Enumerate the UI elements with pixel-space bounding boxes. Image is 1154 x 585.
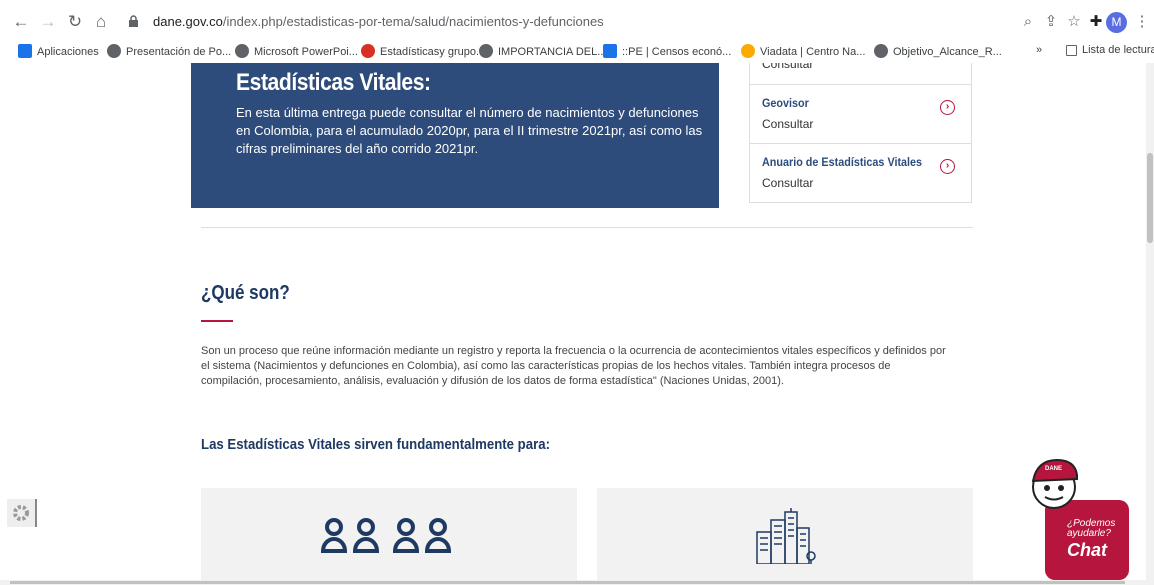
zoom-icon[interactable]: ⌕ — [1017, 11, 1039, 33]
bookmark-item[interactable]: Microsoft PowerPoi... — [235, 44, 358, 58]
bookmark-item[interactable]: Estadísticasy grupo... — [361, 44, 485, 58]
section-subtitle: Las Estadísticas Vitales sirven fundamen… — [201, 436, 550, 453]
section-body: Son un proceso que reúne información med… — [201, 345, 946, 387]
accessibility-settings-button[interactable] — [7, 499, 37, 527]
bookmark-item[interactable]: IMPORTANCIA DEL... — [479, 44, 606, 58]
related-link-sub: Consultar — [762, 176, 814, 190]
gear-icon — [13, 505, 29, 521]
hero-text: En esta última entrega puede consultar e… — [236, 105, 703, 156]
related-link-item[interactable]: Consultar — [750, 63, 971, 85]
chat-badge-text: DANE — [1045, 466, 1063, 472]
browser-chrome: ← → ↻ ⌂ dane.gov.co/index.php/estadistic… — [0, 0, 1154, 63]
apps-icon — [18, 44, 32, 58]
horizontal-scrollbar[interactable] — [0, 580, 1154, 585]
star-icon[interactable]: ☆ — [1063, 11, 1085, 33]
url-path: /index.php/estadisticas-por-tema/salud/n… — [222, 14, 604, 29]
bookmark-item[interactable]: Aplicaciones — [18, 44, 99, 58]
bookmark-item[interactable]: ::PE | Censos econó... — [603, 44, 731, 58]
related-link-sub: Consultar — [762, 117, 814, 131]
browser-toolbar: ← → ↻ ⌂ dane.gov.co/index.php/estadistic… — [0, 8, 1154, 36]
address-bar[interactable]: dane.gov.co/index.php/estadisticas-por-t… — [115, 9, 1060, 35]
related-link-geovisor[interactable]: Geovisor Consultar › — [750, 85, 971, 144]
bookmark-label: Aplicaciones — [37, 46, 99, 58]
hero-banner: Estadísticas Vitales: En esta última ent… — [191, 63, 719, 208]
scrollbar-thumb[interactable] — [10, 581, 1125, 584]
hero-title: Estadísticas Vitales: — [236, 69, 431, 96]
related-link-title: Anuario de Estadísticas Vitales — [762, 155, 923, 169]
bookmark-label: Viadata | Centro Na... — [760, 46, 866, 58]
bookmark-label: ::PE | Censos econó... — [622, 46, 732, 58]
bookmark-item[interactable]: Presentación de Po... — [107, 44, 231, 58]
reading-list-label: Lista de lectura — [1082, 44, 1154, 56]
chevron-right-icon[interactable]: › — [940, 100, 955, 115]
section-divider — [201, 227, 973, 228]
back-icon[interactable]: ← — [10, 11, 32, 33]
bookmark-label: Presentación de Po... — [126, 46, 232, 58]
stats-icon — [361, 44, 375, 58]
related-link-anuario[interactable]: Anuario de Estadísticas Vitales Consulta… — [750, 144, 971, 203]
extensions-icon[interactable]: ✚ — [1085, 11, 1107, 33]
title-underline — [201, 320, 233, 322]
feature-card-population — [201, 488, 577, 580]
chevron-right-icon[interactable]: › — [940, 159, 955, 174]
scrollbar-thumb[interactable] — [1147, 153, 1153, 243]
bookmark-label: IMPORTANCIA DEL... — [498, 46, 607, 58]
bookmark-item[interactable]: Viadata | Centro Na... — [741, 44, 865, 58]
related-links-box: Consultar Geovisor Consultar › Anuario d… — [749, 63, 972, 203]
bookmark-item[interactable]: Objetivo_Alcance_R... — [874, 44, 1002, 58]
lock-icon — [129, 15, 138, 27]
url-domain: dane.gov.co — [153, 14, 223, 29]
people-icon — [321, 518, 452, 553]
bookmarks-bar: Aplicaciones Presentación de Po... Micro… — [0, 41, 1154, 63]
profile-avatar[interactable]: M — [1106, 12, 1127, 33]
bookmark-label: Objetivo_Alcance_R... — [893, 46, 1002, 58]
globe-icon — [479, 44, 493, 58]
reading-list-icon — [1066, 45, 1077, 56]
menu-icon[interactable]: ⋮ — [1131, 11, 1153, 33]
page-content: Estadísticas Vitales: En esta última ent… — [0, 63, 1146, 580]
reload-icon[interactable]: ↻ — [64, 11, 86, 33]
url-text: dane.gov.co/index.php/estadisticas-por-t… — [153, 14, 604, 29]
globe-icon — [874, 44, 888, 58]
chat-widget[interactable]: DANE ¿Podemos ayudarle? Chat — [1027, 457, 1129, 581]
section-title: ¿Qué son? — [201, 282, 290, 304]
vertical-scrollbar[interactable] — [1146, 63, 1154, 580]
chat-line2: ayudarle? — [1067, 528, 1111, 539]
reading-list-button[interactable]: Lista de lectura — [1066, 44, 1154, 56]
more-bookmarks-button[interactable]: » — [1036, 44, 1042, 56]
feature-card-city — [597, 488, 973, 580]
grid-icon — [603, 44, 617, 58]
city-buildings-icon — [756, 508, 816, 564]
bookmark-label: Estadísticasy grupo... — [380, 46, 486, 58]
related-link-sub: Consultar — [762, 63, 814, 71]
viadata-icon — [741, 44, 755, 58]
globe-icon — [107, 44, 121, 58]
chat-label: Chat — [1067, 540, 1107, 560]
home-icon[interactable]: ⌂ — [90, 11, 112, 33]
forward-icon[interactable]: → — [37, 11, 59, 33]
bookmark-label: Microsoft PowerPoi... — [254, 46, 358, 58]
globe-icon — [235, 44, 249, 58]
related-link-title: Geovisor — [762, 96, 809, 110]
share-icon[interactable]: ⇪ — [1040, 11, 1062, 33]
